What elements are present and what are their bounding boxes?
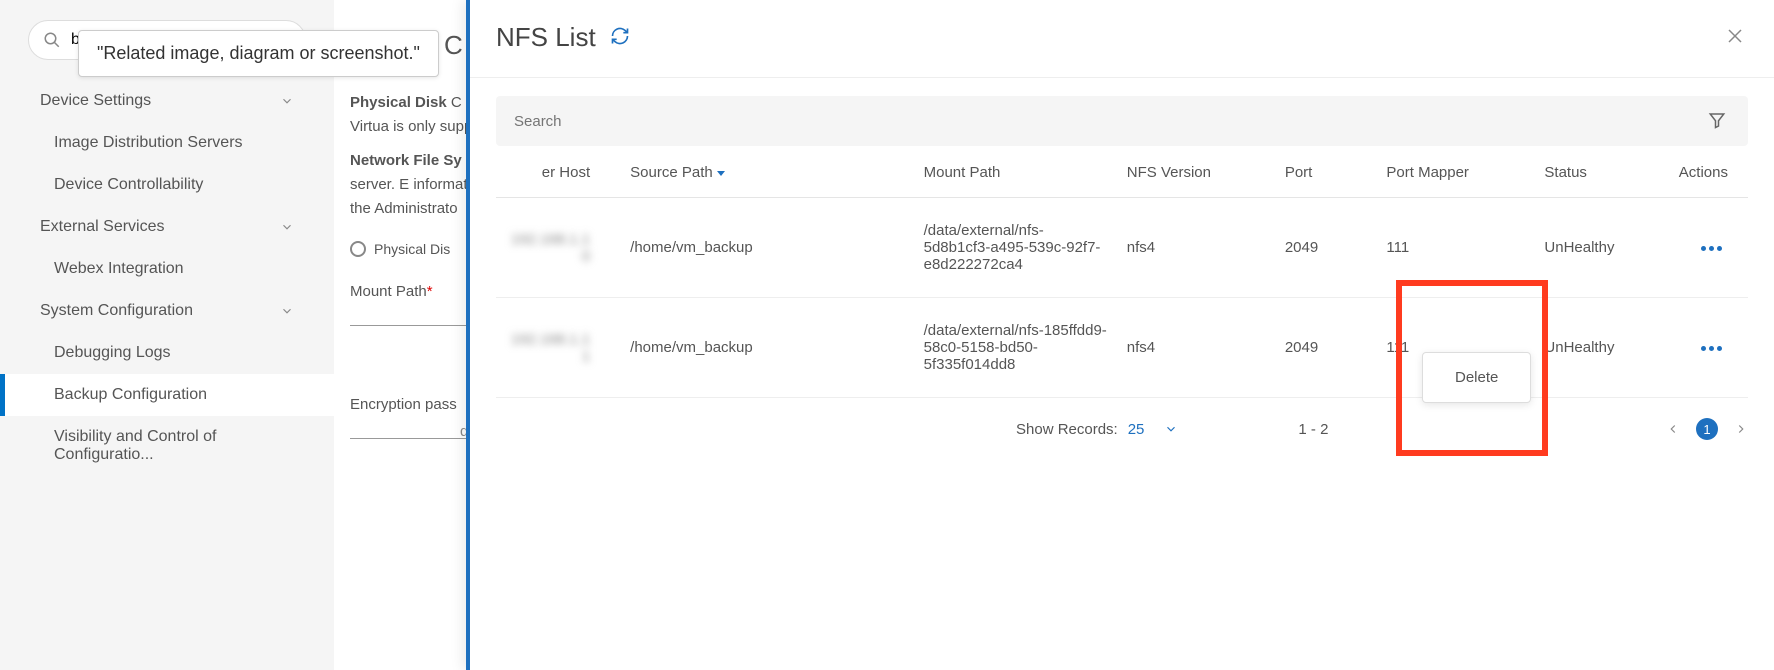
modal-title: NFS List	[496, 22, 596, 53]
paragraph-lead: Network File Sy	[350, 152, 462, 169]
nfs-table: er Host Source Path Mount Path NFS Versi…	[496, 146, 1748, 398]
status-value: UnHealthy	[1534, 298, 1658, 398]
sidebar: "Related image, diagram or screenshot." …	[0, 0, 334, 670]
refresh-icon[interactable]	[610, 26, 630, 49]
port-value: 2049	[1275, 298, 1377, 398]
chevron-down-icon[interactable]	[1164, 422, 1178, 436]
search-tooltip: "Related image, diagram or screenshot."	[78, 30, 439, 77]
radio-icon	[350, 241, 366, 257]
sidebar-item-backup-config[interactable]: Backup Configuration	[0, 374, 334, 416]
source-path-value: /home/vm_backup	[620, 198, 913, 298]
page-next-icon[interactable]	[1734, 422, 1748, 436]
nav-group-label: External Services	[40, 218, 165, 236]
chevron-down-icon	[280, 94, 294, 108]
host-value: 192.168.1.10	[511, 231, 590, 265]
table-search-input[interactable]	[496, 113, 1686, 130]
close-icon[interactable]	[1726, 27, 1744, 48]
mount-path-value: /data/external/nfs-5d8b1cf3-a495-539c-92…	[914, 198, 1117, 298]
col-mount-path[interactable]: Mount Path	[914, 146, 1117, 198]
col-port[interactable]: Port	[1275, 146, 1377, 198]
col-status[interactable]: Status	[1534, 146, 1658, 198]
row-actions-button[interactable]	[1695, 240, 1728, 257]
nav-group-external-services[interactable]: External Services	[0, 206, 334, 248]
sidebar-item-image-dist[interactable]: Image Distribution Servers	[0, 122, 334, 164]
page-current[interactable]: 1	[1696, 418, 1718, 440]
page-prev-icon[interactable]	[1666, 422, 1680, 436]
nfs-list-panel: NFS List er Host Source Path Mount Path …	[466, 0, 1774, 670]
sidebar-item-debug-logs[interactable]: Debugging Logs	[0, 332, 334, 374]
col-host[interactable]: er Host	[496, 146, 620, 198]
row-action-menu: Delete	[1422, 352, 1531, 403]
show-records-label: Show Records:	[1016, 421, 1118, 438]
chevron-down-icon	[280, 220, 294, 234]
sidebar-item-visibility[interactable]: Visibility and Control of Configuratio..…	[0, 416, 334, 476]
table-search-bar	[496, 96, 1748, 146]
nfs-version-value: nfs4	[1117, 198, 1275, 298]
col-nfs-version[interactable]: NFS Version	[1117, 146, 1275, 198]
port-value: 2049	[1275, 198, 1377, 298]
filter-icon[interactable]	[1686, 111, 1748, 132]
sidebar-item-webex[interactable]: Webex Integration	[0, 248, 334, 290]
nav-group-device-settings[interactable]: Device Settings	[0, 80, 334, 122]
row-actions-button[interactable]	[1695, 340, 1728, 357]
nav-group-label: System Configuration	[40, 302, 193, 320]
col-actions: Actions	[1659, 146, 1748, 198]
col-source-path[interactable]: Source Path	[620, 146, 913, 198]
paragraph-lead: Physical Disk	[350, 94, 447, 111]
col-port-mapper[interactable]: Port Mapper	[1376, 146, 1534, 198]
host-value: 192.168.1.11	[511, 331, 590, 365]
table-row: 192.168.1.10 /home/vm_backup /data/exter…	[496, 198, 1748, 298]
show-records-select[interactable]: 25	[1128, 421, 1145, 438]
sidebar-item-device-ctrl[interactable]: Device Controllability	[0, 164, 334, 206]
sort-caret-icon	[717, 171, 725, 176]
nav-group-system-config[interactable]: System Configuration	[0, 290, 334, 332]
nfs-version-value: nfs4	[1117, 298, 1275, 398]
table-row: 192.168.1.11 /home/vm_backup /data/exter…	[496, 298, 1748, 398]
search-icon	[43, 31, 61, 49]
chevron-down-icon	[280, 304, 294, 318]
table-pager: Show Records: 25 1 - 2 1	[470, 398, 1774, 440]
status-value: UnHealthy	[1534, 198, 1658, 298]
mount-path-value: /data/external/nfs-185ffdd9-58c0-5158-bd…	[914, 298, 1117, 398]
source-path-value: /home/vm_backup	[620, 298, 913, 398]
port-mapper-value: 111	[1376, 198, 1534, 298]
nav-group-label: Device Settings	[40, 92, 151, 110]
delete-action[interactable]: Delete	[1455, 369, 1498, 386]
page-range: 1 - 2	[1298, 421, 1328, 438]
